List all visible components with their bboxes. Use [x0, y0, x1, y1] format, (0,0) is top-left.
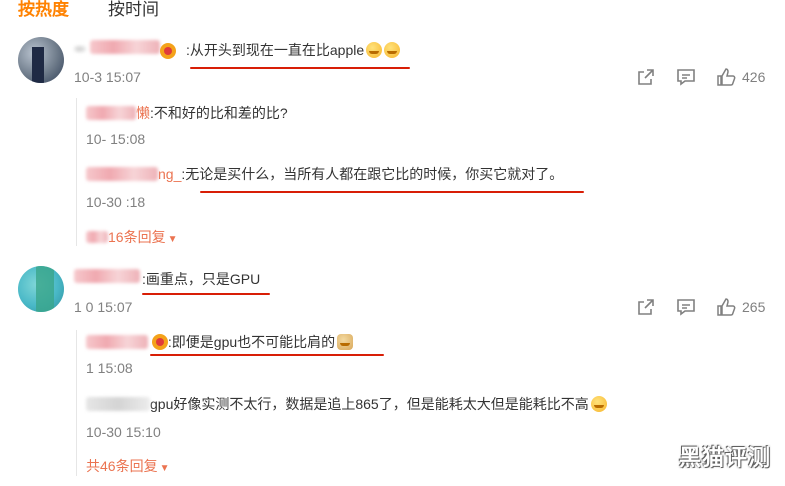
- annotation-underline: [150, 354, 384, 356]
- reply-item: ng_:无论是买什么，当所有人都在跟它比的时候，你买它就对了。: [86, 165, 563, 183]
- share-icon[interactable]: [636, 297, 656, 317]
- doge-emoji-icon: [337, 334, 354, 350]
- annotation-underline: [200, 191, 584, 193]
- grin-emoji-icon: [366, 42, 383, 58]
- chevron-down-icon: ▼: [167, 234, 178, 245]
- comment-text: :画重点，只是GPU: [142, 271, 261, 287]
- avatar[interactable]: [18, 37, 64, 83]
- reply-time: 10-30 15:10: [86, 424, 161, 440]
- reply-thread-line: [76, 330, 77, 476]
- reply-author-name[interactable]: [86, 335, 148, 349]
- chevron-down-icon: ▼: [159, 463, 170, 474]
- reply-item: :即便是gpu也不可能比肩的: [86, 333, 354, 351]
- avatar[interactable]: [18, 266, 64, 312]
- reply-time: 10-30 :18: [86, 194, 146, 210]
- comment-time: 1 0 15:07: [74, 299, 133, 315]
- tab-by-time[interactable]: 按时间: [108, 0, 159, 20]
- reply-author-name[interactable]: [86, 397, 150, 411]
- more-replies-link[interactable]: 共46条回复 ▼: [86, 457, 169, 478]
- like-button[interactable]: 426: [716, 67, 765, 87]
- laugh-cry-emoji-icon: [590, 396, 607, 412]
- comment-time: 10-3 15:07: [74, 69, 141, 85]
- annotation-underline: [142, 293, 270, 295]
- comment-text: :从开头到现在一直在比apple: [186, 41, 401, 59]
- comment-icon[interactable]: [676, 67, 696, 87]
- comment-icon[interactable]: [676, 297, 696, 317]
- reply-time: 1 15:08: [86, 360, 133, 376]
- reply-item: 懒:不和好的比和差的比?: [86, 104, 288, 122]
- watermark: 黑猫评测: [678, 445, 771, 470]
- vip-badge-icon: [160, 43, 176, 59]
- commenter-name[interactable]: [74, 40, 161, 58]
- like-count: 265: [742, 299, 766, 315]
- reply-author-name[interactable]: [86, 167, 158, 181]
- share-icon[interactable]: [636, 67, 656, 87]
- like-button[interactable]: 265: [716, 297, 765, 317]
- thumbs-up-icon: [717, 68, 736, 86]
- reply-time: 10- 15:08: [86, 131, 146, 147]
- reply-thread-line: [76, 98, 77, 246]
- tab-by-popularity[interactable]: 按热度: [18, 0, 69, 20]
- commenter-name[interactable]: [74, 269, 140, 287]
- reply-author-name[interactable]: [86, 106, 136, 120]
- vip-badge-icon: [151, 334, 168, 350]
- more-replies-link[interactable]: 16条回复 ▼: [86, 228, 177, 249]
- like-count: 426: [742, 69, 766, 85]
- annotation-underline: [190, 67, 410, 69]
- grin-emoji-icon: [384, 42, 401, 58]
- reply-item: gpu好像实测不太行，数据是追上865了，但是能耗太大但是能耗比不高: [86, 395, 607, 413]
- thumbs-up-icon: [717, 298, 736, 316]
